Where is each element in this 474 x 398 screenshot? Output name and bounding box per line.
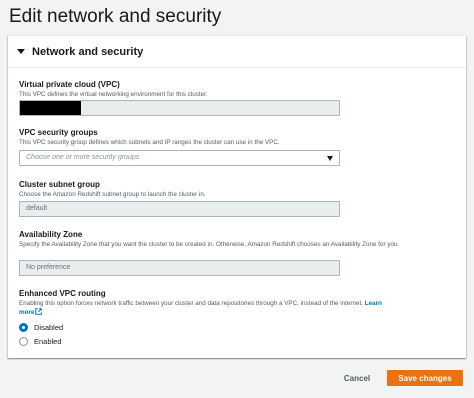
panel-title: Network and security: [32, 45, 144, 58]
availability-zone-description: Specify the Availability Zone that you w…: [19, 241, 400, 248]
subnet-group-description: Choose the Amazon Redshift subnet group …: [19, 191, 206, 198]
security-groups-label: VPC security groups: [19, 128, 98, 137]
routing-option-enabled[interactable]: Enabled: [19, 337, 62, 346]
availability-zone-field: Availability Zone Specify the Availabili…: [19, 230, 419, 249]
vpc-label: Virtual private cloud (VPC): [19, 80, 120, 89]
security-groups-field: VPC security groups This VPC security gr…: [19, 128, 280, 147]
security-groups-description: This VPC security group defines which su…: [19, 139, 280, 146]
subnet-group-value: default: [26, 205, 48, 212]
chevron-down-icon: [327, 156, 333, 161]
routing-option-disabled[interactable]: Disabled: [19, 323, 63, 332]
availability-zone-value: No preference: [26, 264, 71, 271]
external-link-icon: [35, 308, 43, 315]
redacted-vpc-value: [20, 101, 81, 115]
enhanced-routing-field: Enhanced VPC routing Enabling this optio…: [19, 289, 389, 317]
availability-zone-label: Availability Zone: [19, 230, 83, 239]
vpc-field: Virtual private cloud (VPC) This VPC def…: [19, 80, 208, 99]
network-security-panel: Network and security Virtual private clo…: [8, 35, 466, 358]
enhanced-routing-label: Enhanced VPC routing: [19, 289, 106, 298]
panel-header-toggle[interactable]: Network and security: [8, 36, 466, 68]
caret-down-icon: [17, 49, 25, 54]
save-changes-button[interactable]: Save changes: [387, 370, 463, 386]
radio-enabled[interactable]: [19, 337, 28, 346]
enhanced-routing-description-text: Enabling this option forces network traf…: [19, 300, 363, 307]
subnet-group-input[interactable]: default: [19, 201, 340, 217]
subnet-group-label: Cluster subnet group: [19, 180, 100, 189]
radio-enabled-label: Enabled: [34, 337, 62, 346]
page-title: Edit network and security: [9, 6, 222, 27]
radio-disabled[interactable]: [19, 323, 28, 332]
vpc-description: This VPC defines the virtual networking …: [19, 91, 208, 98]
enhanced-routing-description: Enabling this option forces network traf…: [19, 300, 389, 317]
cancel-button[interactable]: Cancel: [336, 370, 378, 386]
security-groups-placeholder: Choose one or more security groups: [26, 154, 140, 161]
availability-zone-input[interactable]: No preference: [19, 260, 340, 276]
radio-disabled-label: Disabled: [34, 323, 64, 332]
subnet-group-field: Cluster subnet group Choose the Amazon R…: [19, 180, 206, 199]
security-groups-select[interactable]: Choose one or more security groups: [19, 150, 340, 166]
vpc-input[interactable]: [19, 100, 340, 116]
